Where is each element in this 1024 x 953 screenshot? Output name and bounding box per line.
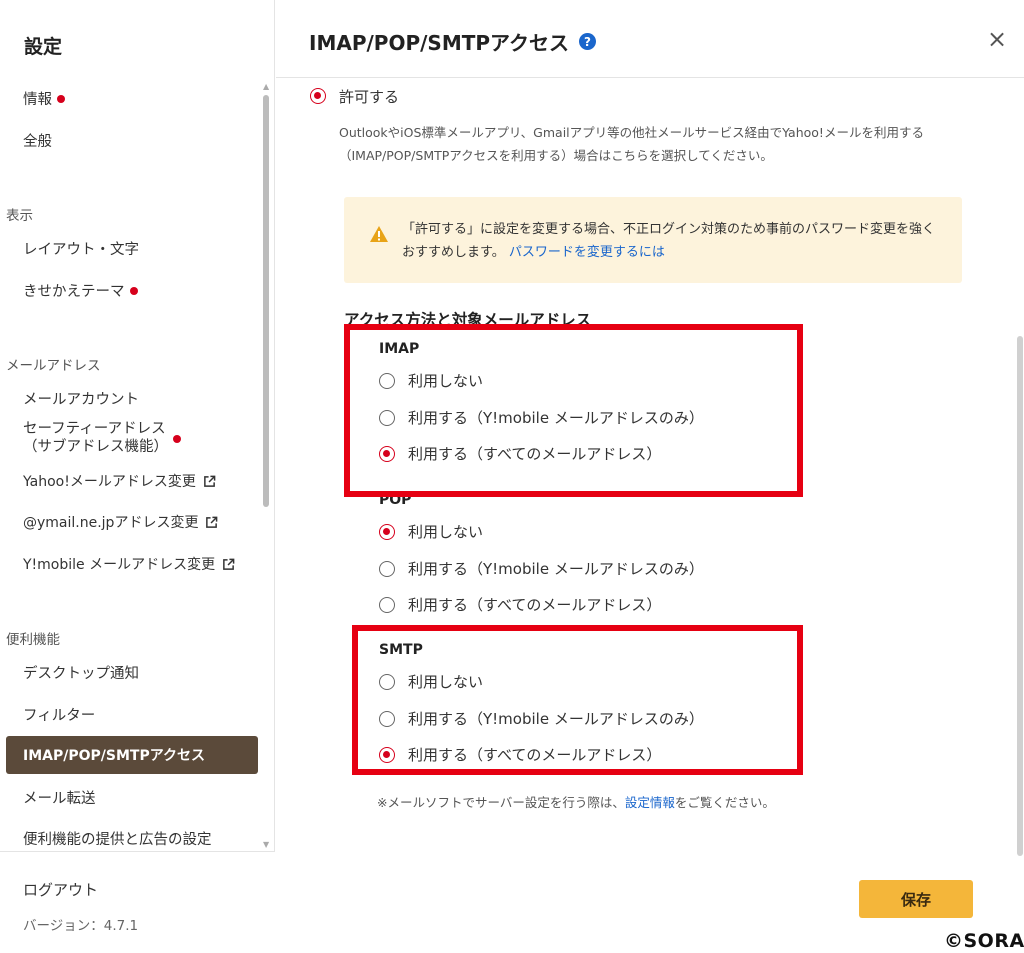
sidebar-item-label: @ymail.ne.jpアドレス変更: [23, 515, 199, 531]
sidebar-item-info[interactable]: 情報: [23, 88, 65, 109]
sidebar-item-sublabel: （サブアドレス機能）: [23, 439, 168, 455]
notification-dot-icon: [173, 435, 181, 443]
settings-sidebar: 設定 情報 全般 表示 レイアウト・文字 きせかえテーマ メールアドレス メール…: [0, 0, 275, 953]
pop-radio-all-label[interactable]: 利用する（すべてのメールアドレス）: [408, 594, 661, 615]
imap-highlight-box: [344, 324, 803, 497]
smtp-highlight-box: [352, 625, 803, 775]
notification-dot-icon: [57, 94, 65, 103]
sidebar-scroll-area: 情報 全般 表示 レイアウト・文字 きせかえテーマ メールアドレス メールアカウ…: [0, 78, 275, 850]
sidebar-scrollbar[interactable]: [263, 95, 269, 507]
warning-box: 「許可する」に設定を変更する場合、不正ログイン対策のため事前のパスワード変更を強…: [344, 197, 962, 283]
scroll-down-arrow-icon[interactable]: ▼: [263, 840, 269, 849]
pop-radio-ymobile-only-label[interactable]: 利用する（Y!mobile メールアドレスのみ）: [408, 558, 704, 579]
main-scrollbar[interactable]: [1017, 336, 1023, 856]
external-link-icon: [203, 475, 216, 487]
sidebar-item-theme[interactable]: きせかえテーマ: [23, 280, 138, 301]
pop-radio-disable-label[interactable]: 利用しない: [408, 521, 483, 542]
change-password-link[interactable]: パスワードを変更するには: [509, 245, 665, 260]
sidebar-item-label: Y!mobile メールアドレス変更: [23, 557, 216, 573]
note-suffix: をご覧ください。: [674, 795, 775, 810]
sidebar-item-label: レイアウト・文字: [23, 242, 139, 258]
help-icon[interactable]: ?: [579, 33, 597, 50]
warning-message: 「許可する」に設定を変更する場合、不正ログイン対策のため事前のパスワード変更を強…: [402, 222, 936, 260]
copyright-watermark: ©SORA: [944, 930, 1024, 952]
sidebar-item-ymail-address-change[interactable]: @ymail.ne.jpアドレス変更: [23, 512, 218, 532]
sidebar-item-yahoo-address-change[interactable]: Yahoo!メールアドレス変更: [23, 471, 216, 491]
sidebar-item-ads-settings[interactable]: 便利機能の提供と広告の設定: [23, 828, 212, 849]
sidebar-item-label: 情報: [23, 92, 52, 108]
close-icon[interactable]: ×: [986, 27, 1008, 51]
settings-main-panel: IMAP/POP/SMTPアクセス ? × 許可する OutlookやiOS標準…: [276, 0, 1024, 953]
sidebar-section-utilities: 便利機能: [6, 632, 60, 648]
sidebar-item-mail-forwarding[interactable]: メール転送: [23, 787, 96, 808]
save-button[interactable]: 保存: [859, 880, 973, 918]
version-text: バージョン：4.7.1: [23, 918, 139, 934]
settings-info-link[interactable]: 設定情報: [625, 795, 675, 810]
sidebar-item-mail-account[interactable]: メールアカウント: [23, 388, 139, 409]
allow-radio[interactable]: [310, 88, 326, 104]
sidebar-item-label: 便利機能の提供と広告の設定: [23, 832, 212, 848]
pop-radio-ymobile-only[interactable]: [379, 561, 395, 577]
external-link-icon: [206, 516, 218, 528]
sidebar-item-layout[interactable]: レイアウト・文字: [23, 238, 139, 259]
warning-text: 「許可する」に設定を変更する場合、不正ログイン対策のため事前のパスワード変更を強…: [402, 218, 947, 264]
sidebar-title: 設定: [24, 36, 63, 58]
notification-dot-icon: [129, 286, 138, 295]
sidebar-section-display: 表示: [6, 208, 33, 224]
sidebar-item-label: セーフティーアドレス: [23, 421, 166, 437]
allow-radio-label[interactable]: 許可する: [339, 86, 399, 107]
sidebar-item-label: 全般: [23, 134, 52, 150]
sidebar-item-label: デスクトップ通知: [23, 666, 139, 682]
sidebar-item-desktop-notification[interactable]: デスクトップ通知: [23, 662, 139, 683]
sidebar-item-label: フィルター: [23, 708, 96, 724]
warning-icon: [370, 226, 388, 242]
server-settings-note: ※メールソフトでサーバー設定を行う際は、設定情報をご覧ください。: [377, 792, 775, 811]
sidebar-item-general[interactable]: 全般: [23, 130, 52, 151]
allow-description: OutlookやiOS標準メールアプリ、Gmailアプリ等の他社メールサービス経…: [339, 125, 924, 163]
note-prefix: ※メールソフトでサーバー設定を行う際は、: [377, 795, 625, 810]
sidebar-item-label: Yahoo!メールアドレス変更: [23, 474, 196, 490]
sidebar-section-mail-address: メールアドレス: [6, 358, 101, 374]
sidebar-item-ymobile-address-change[interactable]: Y!mobile メールアドレス変更: [23, 554, 235, 574]
pop-radio-all[interactable]: [379, 597, 395, 613]
logout-link[interactable]: ログアウト: [23, 879, 98, 900]
panel-header: IMAP/POP/SMTPアクセス ? ×: [276, 0, 1024, 78]
external-link-icon: [223, 558, 235, 570]
sidebar-footer: ログアウト バージョン：4.7.1: [0, 851, 275, 953]
sidebar-item-imap-pop-smtp[interactable]: IMAP/POP/SMTPアクセス: [6, 736, 258, 774]
sidebar-item-label: きせかえテーマ: [23, 284, 125, 300]
sidebar-item-label: メールアカウント: [23, 392, 139, 408]
sidebar-item-label: メール転送: [23, 791, 96, 807]
sidebar-item-safety-address[interactable]: セーフティーアドレス （サブアドレス機能）: [23, 420, 181, 456]
pop-radio-disable[interactable]: [379, 524, 395, 540]
page-title-text: IMAP/POP/SMTPアクセス: [309, 31, 570, 55]
scroll-up-arrow-icon[interactable]: ▲: [263, 82, 269, 91]
sidebar-item-filter[interactable]: フィルター: [23, 704, 95, 725]
sidebar-item-label-group: セーフティーアドレス （サブアドレス機能）: [23, 420, 168, 456]
page-title: IMAP/POP/SMTPアクセス ?: [309, 27, 597, 56]
sidebar-item-label: IMAP/POP/SMTPアクセス: [23, 748, 206, 764]
